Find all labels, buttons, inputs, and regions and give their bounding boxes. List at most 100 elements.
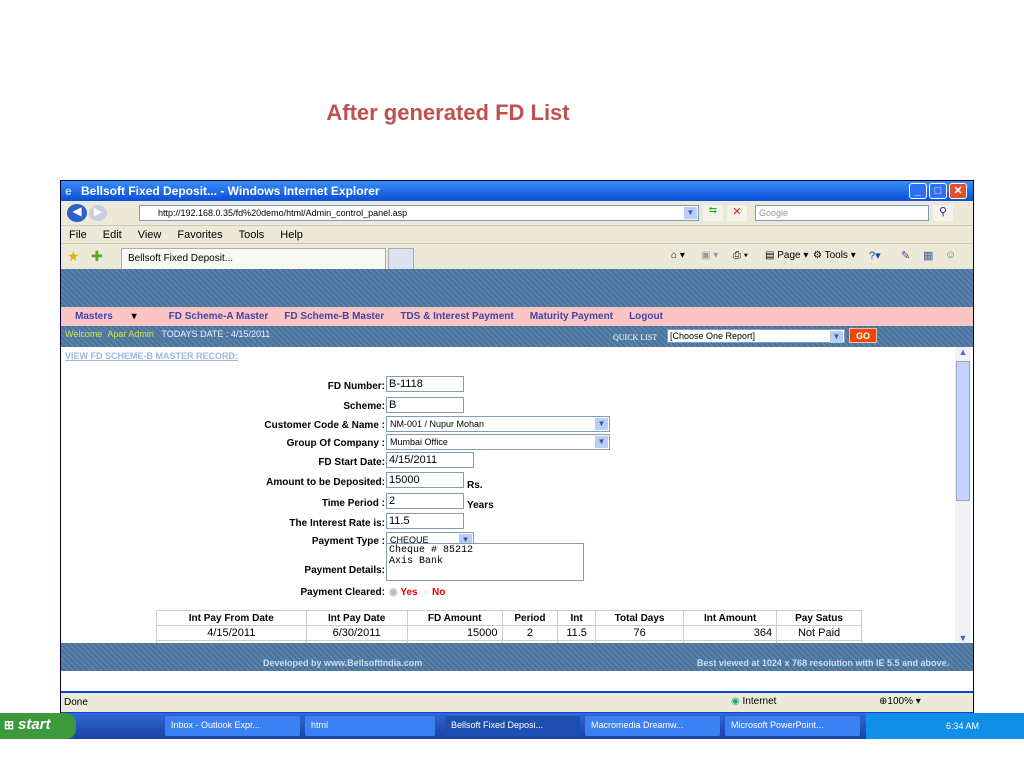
tab-bellsoft[interactable]: Bellsoft Fixed Deposit... <box>121 248 386 270</box>
column-header: Int Pay From Date <box>156 610 307 626</box>
url-text: http://192.168.0.35/fd%20demo/html/Admin… <box>158 208 408 218</box>
clock: 6:34 AM <box>946 721 980 731</box>
table-cell: 364 <box>683 625 778 641</box>
refresh-button[interactable]: ⇆ <box>703 205 723 221</box>
main-nav: Masters ▾ FD Scheme-A Master FD Scheme-B M… <box>61 307 973 326</box>
zoom-control[interactable]: ⊕100% ▾ <box>879 696 921 707</box>
start-date-input[interactable]: 4/15/2011 <box>386 452 474 468</box>
column-header: Total Days <box>594 610 685 626</box>
view-record-link[interactable]: VIEW FD SCHEME-B MASTER RECORD: <box>65 351 238 361</box>
customer-select[interactable]: NM-001 / Nupur Mohan ▼ <box>386 416 610 432</box>
start-button[interactable]: ⊞ start <box>0 713 76 739</box>
payment-details-label: Payment Details: <box>304 565 385 576</box>
web-page: Masters ▾ FD Scheme-A Master FD Scheme-B M… <box>61 269 973 691</box>
nav-fd-scheme-b[interactable]: FD Scheme-B Master <box>284 311 384 322</box>
amount-input[interactable]: 15000 <box>386 472 464 488</box>
start-label: start <box>18 716 51 733</box>
nav-masters-label: Masters <box>75 311 113 322</box>
no-radio[interactable]: ○ <box>423 587 429 598</box>
payment-details-textarea[interactable]: Cheque # 85212 Axis Bank <box>386 543 584 581</box>
menu-tools[interactable]: Tools <box>239 229 265 241</box>
table-cell: 15000 <box>406 625 503 641</box>
page-footer: Developed by www.BellsoftIndia.com Best … <box>61 643 973 671</box>
scrollbar[interactable]: ▲ ▼ <box>955 347 971 643</box>
nav-tds-interest[interactable]: TDS & Interest Payment <box>400 311 513 322</box>
help-icon[interactable]: ?▾ <box>869 249 881 262</box>
research-icon[interactable]: ✎ <box>901 249 910 262</box>
forward-button[interactable]: ▶ <box>89 205 107 221</box>
nav-masters[interactable]: Masters ▾ <box>75 311 153 322</box>
globe-icon: ◉ <box>731 696 740 707</box>
fd-number-label: FD Number: <box>327 381 385 392</box>
todays-date: TODAYS DATE : 4/15/2011 <box>161 329 271 339</box>
minimize-button[interactable]: _ <box>909 183 927 199</box>
task-outlook[interactable]: Inbox - Outlook Expr... <box>165 716 300 736</box>
nav-maturity[interactable]: Maturity Payment <box>530 311 613 322</box>
scheme-label: Scheme: <box>343 401 385 412</box>
yes-label: Yes <box>400 587 418 598</box>
nav-fd-scheme-a[interactable]: FD Scheme-A Master <box>169 311 269 322</box>
zone-label: Internet <box>742 696 777 707</box>
new-tab-button[interactable] <box>388 248 414 270</box>
quick-list-select[interactable]: [Choose One Report] ▼ <box>667 329 845 343</box>
chevron-down-icon: ▼ <box>684 207 697 219</box>
scheme-input[interactable]: B <box>386 397 464 413</box>
table-cell: 4/15/2011 <box>156 625 307 641</box>
back-button[interactable]: ◀ <box>67 204 87 222</box>
print-icon[interactable]: ⎙ ▾ <box>733 250 748 261</box>
chevron-down-icon: ▼ <box>830 331 843 343</box>
nav-logout[interactable]: Logout <box>629 311 663 322</box>
stop-button[interactable]: ✕ <box>727 205 747 221</box>
address-input[interactable]: http://192.168.0.35/fd%20demo/html/Admin… <box>139 205 699 221</box>
group-label: Group Of Company : <box>286 438 385 449</box>
user-icon[interactable]: ☺ <box>945 249 956 261</box>
favorites-star-icon[interactable]: ★ <box>67 248 80 265</box>
tools-label: Tools <box>824 250 848 261</box>
task-dreamweaver[interactable]: Macromedia Dreamw... <box>585 716 720 736</box>
search-icon[interactable]: ⚲ <box>933 205 953 221</box>
table-cell: 11.5 <box>557 625 596 641</box>
maximize-button[interactable]: □ <box>929 183 947 199</box>
page-menu-button[interactable]: ▤ Page ▾ <box>765 250 808 261</box>
group-value: Mumbai Office <box>390 437 448 447</box>
group-select[interactable]: Mumbai Office ▼ <box>386 434 610 450</box>
close-button[interactable]: ✕ <box>949 183 967 199</box>
rate-label: The Interest Rate is: <box>289 518 385 529</box>
task-powerpoint[interactable]: Microsoft PowerPoint... <box>725 716 860 736</box>
yes-radio[interactable]: ◉ <box>389 587 398 598</box>
column-header: Int Pay Date <box>305 610 408 626</box>
menu-file[interactable]: File <box>69 229 87 241</box>
tools-menu-button[interactable]: ⚙ Tools ▾ <box>813 250 856 261</box>
search-input[interactable]: Google <box>755 205 929 221</box>
add-favorites-icon[interactable]: ✚ <box>91 248 103 265</box>
menu-favorites[interactable]: Favorites <box>177 229 222 241</box>
rate-input[interactable]: 11.5 <box>386 513 464 529</box>
welcome-label: Welcome <box>65 329 103 339</box>
payment-cleared-group: ◉ Yes ○ No <box>389 587 445 598</box>
menu-help[interactable]: Help <box>280 229 303 241</box>
scroll-thumb[interactable] <box>956 361 970 501</box>
system-tray: 6:34 AM <box>866 713 1024 739</box>
fd-number-input[interactable]: B-1118 <box>386 376 464 392</box>
quick-list-value: [Choose One Report] <box>670 331 756 341</box>
column-header: Int <box>557 610 596 626</box>
task-bellsoft-ie[interactable]: Bellsoft Fixed Deposi... <box>445 716 580 736</box>
quick-list-label: QUICK LIST <box>613 333 658 342</box>
taskbar: ⊞ start Inbox - Outlook Expr... html Bell… <box>0 713 1024 739</box>
column-header: Period <box>501 610 559 626</box>
menu-edit[interactable]: Edit <box>103 229 122 241</box>
go-button[interactable]: GO <box>849 328 877 343</box>
table-cell: 2 <box>501 625 559 641</box>
title-bar: e Bellsoft Fixed Deposit... - Windows Int… <box>61 181 973 201</box>
task-html-folder[interactable]: html <box>305 716 435 736</box>
table-header-row: Int Pay From Date Int Pay Date FD Amount Pe… <box>156 610 862 626</box>
feeds-icon[interactable]: ▣ ▾ <box>701 250 718 261</box>
home-icon[interactable]: ⌂ ▾ <box>671 250 685 261</box>
messenger-icon[interactable]: ▦ <box>923 249 933 262</box>
period-input[interactable]: 2 <box>386 493 464 509</box>
scroll-up-icon[interactable]: ▲ <box>955 347 971 361</box>
payment-cleared-label: Payment Cleared: <box>300 587 385 598</box>
status-text: Done <box>64 697 88 708</box>
menu-view[interactable]: View <box>138 229 162 241</box>
scroll-down-icon[interactable]: ▼ <box>955 633 971 643</box>
